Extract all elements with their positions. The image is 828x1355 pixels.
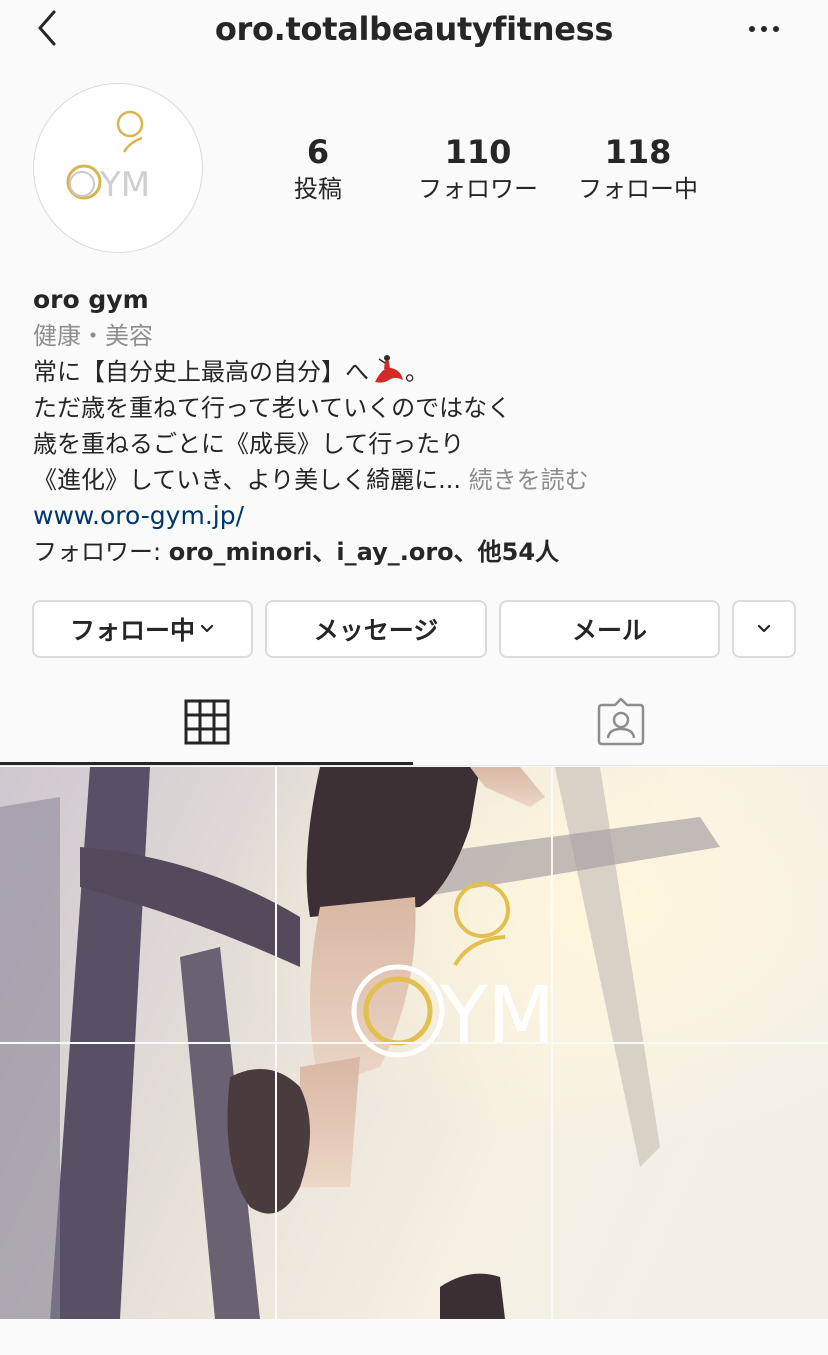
following-button[interactable]: フォロー中 [32,600,253,658]
grid-icon [184,699,230,745]
stat-followers-count: 110 [444,133,512,171]
chevron-down-icon [757,624,771,633]
bio-line-1-end: 。 [405,358,429,386]
email-button-label: メール [571,616,647,645]
profile-username: oro.totalbeautyfitness [214,10,614,48]
stat-following-label: フォロー中 [578,175,698,203]
stat-posts-count: 6 [306,133,330,171]
bio-read-more-link[interactable]: 続きを読む [469,466,589,494]
message-button-label: メッセージ [313,616,439,645]
post-thumbnail[interactable] [276,1043,552,1319]
profile-bio: oro gym 健康・美容 常に【自分史上最高の自分】へ 。 ただ歳を重ねて行って… [33,282,813,570]
bio-line-4-text: 《進化》していき、より美しく綺麗に... [33,466,462,494]
oro-gym-logo: YM [66,110,150,205]
bio-category: 健康・美容 [33,322,153,350]
svg-text:YM: YM [99,165,150,205]
stat-posts-label: 投稿 [294,175,342,203]
tab-tagged[interactable] [414,678,828,766]
top-bar: oro.totalbeautyfitness [0,0,828,60]
stat-following[interactable]: 118 フォロー中 [563,130,713,204]
post-thumbnail[interactable] [276,767,552,1043]
stat-following-count: 118 [604,133,672,171]
chevron-down-icon [200,624,214,633]
bio-mutual-followers[interactable]: フォロワー: oro_minori、i_ay_.oro、他54人 [33,534,813,570]
post-thumbnail[interactable] [0,1043,276,1319]
profile-avatar[interactable]: YM [33,83,203,253]
bio-line-2: ただ歳を重ねて行って老いていくのではなく [33,394,512,422]
mutual-followers-names: oro_minori、i_ay_.oro、他54人 [168,538,560,566]
tab-divider [0,765,828,766]
bio-website-link[interactable]: www.oro-gym.jp/ [33,498,813,534]
grid-divider [0,1042,828,1044]
email-button[interactable]: メール [499,600,720,658]
post-thumbnail[interactable] [552,1043,828,1319]
flamenco-dancer-emoji-icon [375,355,403,383]
more-options-button[interactable] [740,10,788,50]
more-horizontal-icon [749,26,779,32]
stat-followers-label: フォロワー [418,175,538,203]
bio-line-1: 常に【自分史上最高の自分】へ 。 [33,354,813,390]
following-button-label: フォロー中 [69,616,195,645]
mutual-followers-prefix: フォロワー: [33,538,169,566]
bio-display-name: oro gym [33,285,149,314]
tab-posts-grid[interactable] [0,678,414,766]
bio-line-4: 《進化》していき、より美しく綺麗に... 続きを読む [33,462,813,498]
stat-posts[interactable]: 6 投稿 [243,130,393,204]
post-thumbnail[interactable] [0,767,276,1043]
bio-line-1-text: 常に【自分史上最高の自分】へ [33,358,369,386]
bio-line-3: 歳を重ねるごとに《成長》して行ったり [33,430,465,458]
tagged-person-icon [597,697,645,746]
posts-grid: YM [0,767,828,1319]
suggested-accounts-button[interactable] [732,600,796,658]
stat-followers[interactable]: 110 フォロワー [403,130,553,204]
post-thumbnail[interactable] [552,767,828,1043]
message-button[interactable]: メッセージ [265,600,487,658]
